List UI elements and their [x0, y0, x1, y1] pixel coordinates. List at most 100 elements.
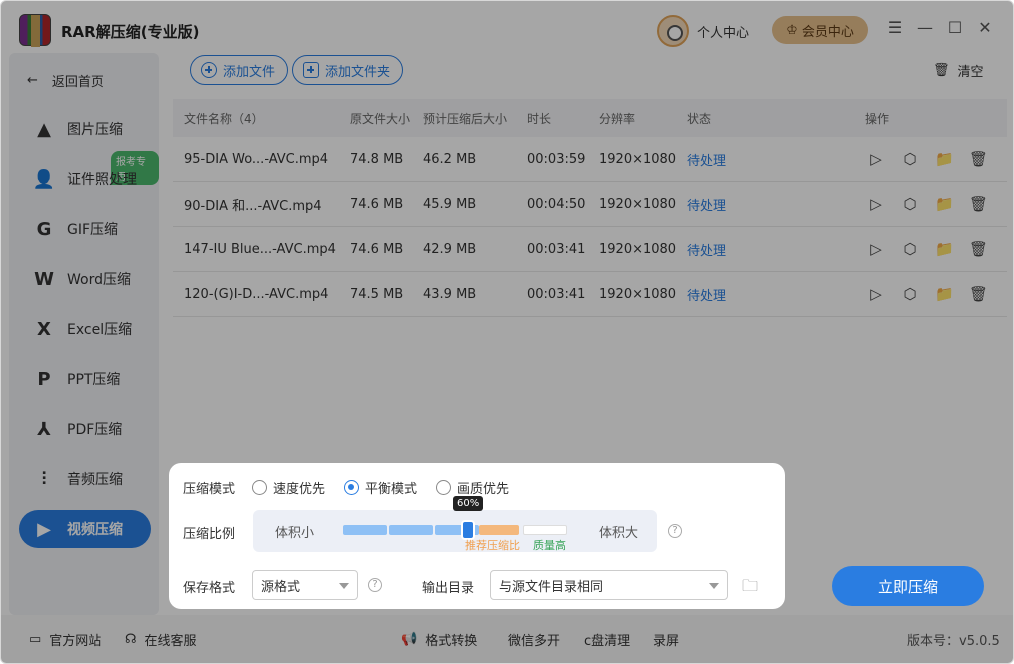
slider-segment: [389, 525, 433, 535]
sidebar-item-label: Word压缩: [67, 272, 131, 288]
sidebar-item-ppt[interactable]: P PPT压缩: [33, 361, 120, 397]
sidebar-item-pdf[interactable]: ⅄ PDF压缩: [33, 411, 122, 447]
title-bar: RAR解压缩(专业版) 个人中心 ♔ 会员中心 ☰ — ☐ ✕: [1, 1, 1013, 57]
radio-icon: [436, 480, 451, 495]
back-home-label: 返回首页: [51, 75, 104, 90]
slider-segment-recommended: [479, 525, 519, 535]
id-photo-icon: 👤: [32, 168, 56, 190]
mode-speed-radio[interactable]: 速度优先: [252, 478, 325, 497]
mode-quality-label: 画质优先: [457, 482, 510, 497]
folder-icon[interactable]: 📁: [935, 285, 954, 303]
trash-icon: 🗑: [933, 63, 950, 78]
header-size: 原文件大小: [350, 111, 411, 126]
help-icon[interactable]: ?: [668, 524, 682, 538]
trash-icon[interactable]: 🗑: [969, 240, 988, 258]
format-label: 保存格式: [183, 581, 236, 596]
vip-center-button[interactable]: ♔ 会员中心: [772, 16, 868, 44]
wechat-multi-link[interactable]: 微信多开: [508, 630, 560, 649]
quality-high-label: 质量高: [533, 539, 566, 552]
mode-balanced-label: 平衡模式: [365, 482, 418, 497]
official-website-link[interactable]: ▭ 官方网站: [29, 630, 101, 649]
clear-label: 清空: [957, 65, 984, 80]
sidebar-item-word[interactable]: W Word压缩: [33, 261, 131, 297]
pdf-icon: ⅄: [37, 418, 51, 440]
mode-label: 压缩模式: [183, 482, 236, 497]
status-text: 待处理: [687, 288, 727, 304]
clear-button[interactable]: 🗑 清空: [933, 61, 984, 80]
sidebar-item-image[interactable]: ▲ 图片压缩: [33, 111, 123, 147]
table-header: 文件名称（4） 原文件大小 预计压缩后大小 时长 分辨率 状态 操作: [173, 99, 1007, 137]
trash-icon[interactable]: 🗑: [969, 150, 988, 168]
folder-icon[interactable]: 📁: [935, 195, 954, 213]
audio-icon: ⫶: [41, 468, 47, 490]
app-logo: [19, 14, 51, 47]
folder-icon[interactable]: 📁: [935, 240, 954, 258]
file-name: 90-DIA 和...-AVC.mp4: [184, 198, 322, 214]
radio-icon: [252, 480, 267, 495]
service-label: 在线客服: [144, 634, 197, 649]
status-text: 待处理: [687, 243, 727, 259]
mode-quality-radio[interactable]: 画质优先: [436, 478, 509, 497]
word-icon: W: [34, 268, 54, 290]
settings-icon[interactable]: ⬡: [901, 285, 919, 303]
status-text: 待处理: [687, 198, 727, 214]
add-folder-button[interactable]: 添加文件夹: [292, 55, 404, 85]
back-home-button[interactable]: ← 返回首页: [27, 71, 104, 90]
maximize-icon[interactable]: ☐: [946, 19, 964, 37]
folder-icon[interactable]: 📁: [935, 150, 954, 168]
sidebar-item-video[interactable]: ▶ 视频压缩: [19, 510, 151, 548]
resolution: 1920×1080: [599, 151, 677, 167]
output-dir-select[interactable]: 与源文件目录相同: [490, 570, 728, 600]
start-compress-button[interactable]: 立即压缩: [832, 566, 984, 606]
minimize-icon[interactable]: —: [916, 19, 934, 37]
menu-icon[interactable]: ☰: [886, 19, 904, 37]
resolution: 1920×1080: [599, 286, 677, 302]
output-dir-value: 与源文件目录相同: [499, 579, 604, 595]
chevron-down-icon: [339, 583, 349, 589]
sidebar-item-id-photo[interactable]: 👤 证件照处理: [33, 161, 137, 197]
format-convert-link[interactable]: 📢 格式转换: [401, 630, 477, 649]
help-icon[interactable]: ?: [368, 578, 382, 592]
file-size: 74.6 MB: [350, 241, 404, 257]
table-row: 90-DIA 和...-AVC.mp4 74.6 MB 45.9 MB 00:0…: [173, 182, 1007, 227]
trash-icon[interactable]: 🗑: [969, 285, 988, 303]
add-file-label: 添加文件: [223, 64, 276, 80]
mode-balanced-radio[interactable]: 平衡模式: [344, 478, 417, 497]
sidebar-item-audio[interactable]: ⫶ 音频压缩: [33, 461, 123, 497]
duration: 00:03:41: [527, 241, 586, 257]
close-icon[interactable]: ✕: [976, 19, 994, 37]
format-convert-label: 格式转换: [425, 634, 478, 649]
sidebar-item-label: GIF压缩: [67, 222, 119, 238]
plus-circle-icon: [201, 62, 217, 78]
settings-icon[interactable]: ⬡: [901, 150, 919, 168]
play-icon[interactable]: ▷: [867, 240, 885, 258]
resolution: 1920×1080: [599, 241, 677, 257]
settings-icon[interactable]: ⬡: [901, 240, 919, 258]
settings-icon[interactable]: ⬡: [901, 195, 919, 213]
file-name: 120-(G)I-D...-AVC.mp4: [184, 286, 329, 302]
trash-icon[interactable]: 🗑: [969, 195, 988, 213]
user-center-button[interactable]: 个人中心: [657, 15, 749, 47]
duration: 00:03:59: [527, 151, 586, 167]
header-actions: 操作: [865, 111, 890, 126]
user-center-label: 个人中心: [697, 25, 750, 41]
sidebar-item-excel[interactable]: X Excel压缩: [33, 311, 132, 347]
sidebar-item-gif[interactable]: G GIF压缩: [33, 211, 118, 247]
play-icon[interactable]: ▷: [867, 285, 885, 303]
add-file-button[interactable]: 添加文件: [190, 55, 289, 85]
mode-speed-label: 速度优先: [273, 482, 326, 497]
play-icon[interactable]: ▷: [867, 150, 885, 168]
format-select[interactable]: 源格式: [252, 570, 358, 600]
play-icon[interactable]: ▷: [867, 195, 885, 213]
output-label: 输出目录: [422, 581, 475, 596]
sidebar-item-label: PDF压缩: [67, 422, 123, 438]
arrow-left-icon: ←: [27, 73, 38, 88]
duration: 00:04:50: [527, 196, 586, 212]
online-service-link[interactable]: ☊ 在线客服: [125, 630, 197, 649]
version-text: 版本号：v5.0.5: [907, 634, 1000, 649]
c-drive-clean-link[interactable]: c盘清理: [584, 630, 630, 649]
sidebar-item-label: PPT压缩: [67, 372, 121, 388]
ratio-slider[interactable]: 体积小 推荐压缩比 质量高 体积大: [253, 510, 657, 552]
screen-record-link[interactable]: 录屏: [653, 630, 679, 649]
folder-open-icon[interactable]: 🗀: [742, 575, 758, 602]
